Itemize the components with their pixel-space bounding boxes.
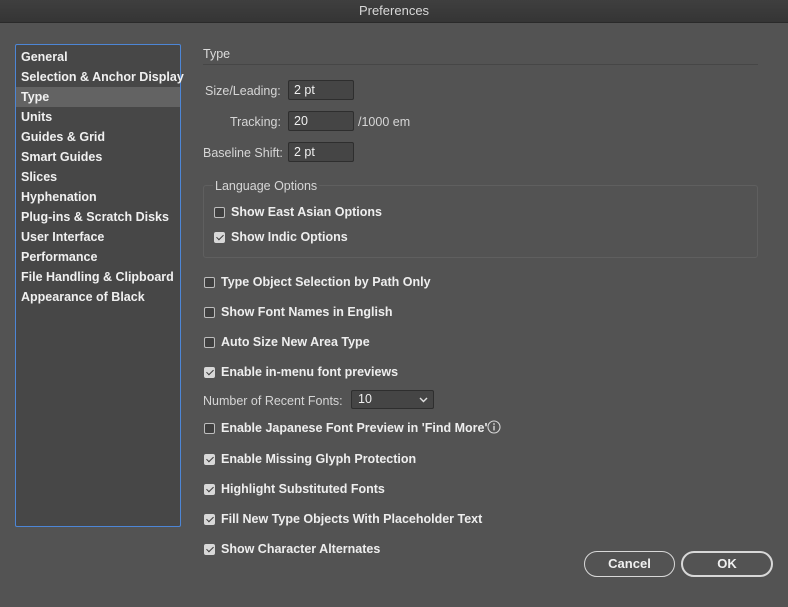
show-east-asian-options-checkbox[interactable]: Show East Asian Options xyxy=(214,204,382,220)
checkbox-box[interactable] xyxy=(204,366,215,378)
sidebar-item-performance[interactable]: Performance xyxy=(16,247,180,267)
highlight-substituted-fonts-checkbox[interactable]: Highlight Substituted Fonts xyxy=(204,481,385,497)
sidebar-item-general[interactable]: General xyxy=(16,47,180,67)
sidebar-item-file-handling-clipboard[interactable]: File Handling & Clipboard xyxy=(16,267,180,287)
tracking-label: Tracking: xyxy=(230,115,281,129)
language-options-title: Language Options xyxy=(213,179,320,193)
placeholder-text-checkbox[interactable]: Fill New Type Objects With Placeholder T… xyxy=(204,511,482,527)
recent-fonts-label: Number of Recent Fonts: xyxy=(203,394,343,408)
baseline-shift-label: Baseline Shift: xyxy=(203,146,283,160)
checkbox-box[interactable] xyxy=(214,206,225,218)
checkbox-box[interactable] xyxy=(204,306,215,318)
checkbox-box[interactable] xyxy=(204,276,215,288)
checkbox-label: Enable in-menu font previews xyxy=(221,365,399,379)
size-leading-field[interactable]: 2 pt xyxy=(288,80,354,100)
chevron-down-icon xyxy=(419,391,428,413)
sidebar-item-smart-guides[interactable]: Smart Guides xyxy=(16,147,180,167)
checkbox-label: Auto Size New Area Type xyxy=(221,335,370,349)
checkbox-box[interactable] xyxy=(204,422,215,434)
recent-fonts-select[interactable]: 10 xyxy=(351,390,434,409)
baseline-shift-field[interactable]: 2 pt xyxy=(288,142,354,162)
type-object-selection-checkbox[interactable]: Type Object Selection by Path Only xyxy=(204,274,431,290)
sidebar-item-guides-grid[interactable]: Guides & Grid xyxy=(16,127,180,147)
window-title: Preferences xyxy=(0,0,788,23)
checkbox-box[interactable] xyxy=(204,513,215,525)
ok-button[interactable]: OK xyxy=(681,551,773,577)
cancel-button[interactable]: Cancel xyxy=(584,551,675,577)
checkbox-box[interactable] xyxy=(204,453,215,465)
checkbox-label: Show Character Alternates xyxy=(221,542,381,556)
checkbox-box[interactable] xyxy=(204,483,215,495)
checkbox-label: Type Object Selection by Path Only xyxy=(221,275,431,289)
checkbox-box[interactable] xyxy=(214,231,225,243)
preferences-sidebar: General Selection & Anchor Display Type … xyxy=(15,44,184,527)
auto-size-area-type-checkbox[interactable]: Auto Size New Area Type xyxy=(204,334,370,350)
checkbox-box[interactable] xyxy=(204,336,215,348)
section-title: Type xyxy=(203,47,231,61)
language-options-group xyxy=(203,185,758,258)
section-divider xyxy=(203,64,758,65)
checkbox-label: Show East Asian Options xyxy=(231,205,382,219)
checkbox-label: Show Indic Options xyxy=(231,230,348,244)
checkbox-label: Show Font Names in English xyxy=(221,305,393,319)
checkbox-label: Enable Japanese Font Preview in 'Find Mo… xyxy=(221,421,488,435)
sidebar-item-plugins-scratch-disks[interactable]: Plug-ins & Scratch Disks xyxy=(16,207,180,227)
missing-glyph-protection-checkbox[interactable]: Enable Missing Glyph Protection xyxy=(204,451,416,467)
sidebar-item-type[interactable]: Type xyxy=(16,87,180,107)
size-leading-label: Size/Leading: xyxy=(205,84,281,98)
sidebar-item-selection-anchor-display[interactable]: Selection & Anchor Display xyxy=(16,67,184,87)
checkbox-label: Fill New Type Objects With Placeholder T… xyxy=(221,512,483,526)
info-icon[interactable] xyxy=(487,420,501,434)
tracking-field[interactable]: 20 xyxy=(288,111,354,131)
checkbox-box[interactable] xyxy=(204,543,215,555)
show-indic-options-checkbox[interactable]: Show Indic Options xyxy=(214,229,348,245)
checkbox-label: Enable Missing Glyph Protection xyxy=(221,452,417,466)
sidebar-item-hyphenation[interactable]: Hyphenation xyxy=(16,187,180,207)
tracking-unit: /1000 em xyxy=(358,115,411,129)
recent-fonts-value: 10 xyxy=(358,392,372,406)
in-menu-font-previews-checkbox[interactable]: Enable in-menu font previews xyxy=(204,364,398,380)
sidebar-item-slices[interactable]: Slices xyxy=(16,167,180,187)
show-font-names-english-checkbox[interactable]: Show Font Names in English xyxy=(204,304,393,320)
sidebar-item-units[interactable]: Units xyxy=(16,107,180,127)
japanese-font-preview-checkbox[interactable]: Enable Japanese Font Preview in 'Find Mo… xyxy=(204,420,487,436)
show-character-alternates-checkbox[interactable]: Show Character Alternates xyxy=(204,541,380,557)
checkbox-label: Highlight Substituted Fonts xyxy=(221,482,385,496)
sidebar-item-user-interface[interactable]: User Interface xyxy=(16,227,180,247)
sidebar-item-appearance-of-black[interactable]: Appearance of Black xyxy=(16,287,180,307)
